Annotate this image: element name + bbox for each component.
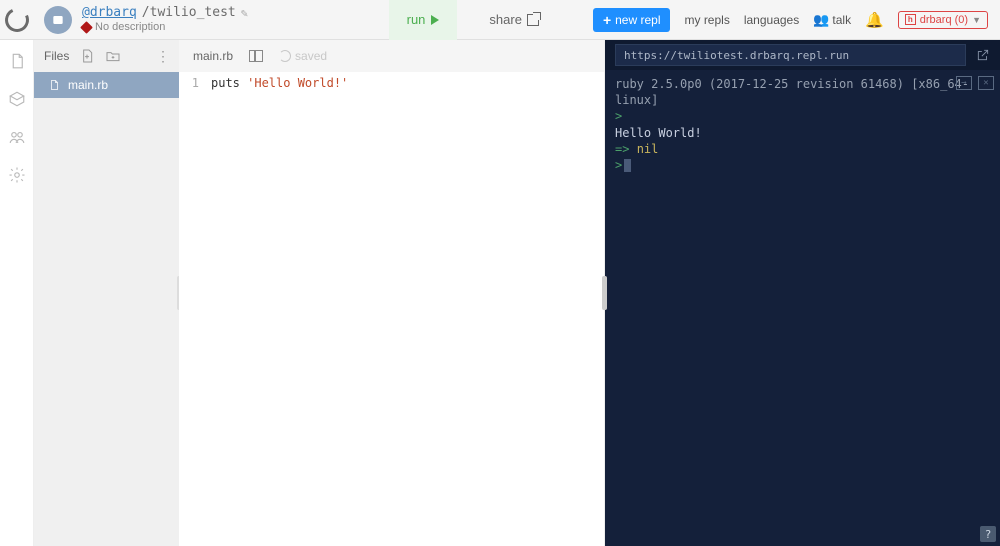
console-version-line: ruby 2.5.0p0 (2017-12-25 revision 61468)… bbox=[615, 76, 990, 108]
settings-icon[interactable] bbox=[8, 166, 26, 184]
file-panel: Files ⋮ main.rb bbox=[34, 40, 179, 546]
repl-logo-icon[interactable] bbox=[0, 0, 34, 40]
project-avatar-icon[interactable] bbox=[44, 6, 72, 34]
editor-pane: main.rb saved 1 puts 'Hello World!' bbox=[179, 40, 605, 546]
people-icon: 👥 bbox=[813, 12, 829, 28]
new-repl-button[interactable]: + new repl bbox=[593, 8, 671, 32]
project-name: twilio_test bbox=[150, 5, 236, 20]
share-button[interactable]: share bbox=[475, 0, 553, 40]
project-description: No description bbox=[95, 21, 165, 34]
play-icon bbox=[431, 15, 439, 25]
repl-url-input[interactable]: https://twiliotest.drbarq.repl.run bbox=[615, 44, 966, 66]
console-pane: https://twiliotest.drbarq.repl.run → ✕ r… bbox=[605, 40, 1000, 546]
console-popout-icon[interactable]: → bbox=[956, 76, 972, 90]
help-button[interactable]: ? bbox=[980, 526, 996, 542]
line-gutter: 1 bbox=[179, 72, 207, 546]
console-output[interactable]: ruby 2.5.0p0 (2017-12-25 revision 61468)… bbox=[605, 70, 1000, 546]
prompt-icon: > bbox=[615, 109, 622, 123]
open-external-icon[interactable] bbox=[976, 48, 990, 62]
user-badge-icon: h bbox=[905, 14, 916, 25]
console-close-icon[interactable]: ✕ bbox=[978, 76, 994, 90]
history-icon bbox=[279, 50, 291, 62]
multiplayer-icon[interactable] bbox=[8, 128, 26, 146]
run-button[interactable]: run bbox=[389, 0, 458, 40]
activity-bar bbox=[0, 40, 34, 546]
packages-icon[interactable] bbox=[8, 90, 26, 108]
file-item-main-rb[interactable]: main.rb bbox=[34, 72, 179, 98]
console-stdout-line: Hello World! bbox=[615, 125, 990, 141]
my-repls-link[interactable]: my repls bbox=[684, 13, 729, 27]
splitter-handle[interactable] bbox=[602, 276, 607, 310]
layout-toggle-icon[interactable] bbox=[249, 50, 263, 62]
prompt-icon: > bbox=[615, 158, 622, 172]
console-cursor bbox=[624, 159, 631, 172]
code-token-keyword: puts bbox=[211, 76, 247, 90]
project-meta: @drbarq/twilio_test ✎ No description bbox=[82, 5, 248, 34]
console-result-value: nil bbox=[637, 142, 659, 156]
edit-icon[interactable]: ✎ bbox=[241, 6, 248, 20]
file-icon bbox=[48, 78, 60, 92]
project-owner-link[interactable]: @drbarq bbox=[82, 5, 137, 21]
top-bar: @drbarq/twilio_test ✎ No description run… bbox=[0, 0, 1000, 40]
chevron-down-icon: ▼ bbox=[972, 15, 981, 25]
talk-link[interactable]: 👥 talk bbox=[813, 12, 851, 28]
new-file-icon[interactable] bbox=[79, 48, 95, 64]
file-panel-more-icon[interactable]: ⋮ bbox=[156, 48, 169, 65]
file-panel-title: Files bbox=[44, 49, 69, 63]
plus-icon: + bbox=[603, 13, 611, 27]
files-icon[interactable] bbox=[8, 52, 26, 70]
editor-tab[interactable]: main.rb bbox=[193, 49, 233, 63]
code-editor[interactable]: 1 puts 'Hello World!' bbox=[179, 72, 604, 546]
saved-indicator: saved bbox=[279, 49, 327, 63]
user-menu-button[interactable]: h drbarq (0) ▼ bbox=[898, 11, 988, 29]
file-item-label: main.rb bbox=[68, 78, 108, 92]
console-result-prefix: => bbox=[615, 142, 637, 156]
notifications-icon[interactable]: 🔔 bbox=[865, 11, 884, 29]
new-folder-icon[interactable] bbox=[105, 48, 121, 64]
ruby-icon bbox=[80, 21, 93, 34]
code-token-string: 'Hello World!' bbox=[247, 76, 348, 90]
languages-link[interactable]: languages bbox=[744, 13, 799, 27]
share-icon bbox=[527, 14, 539, 26]
